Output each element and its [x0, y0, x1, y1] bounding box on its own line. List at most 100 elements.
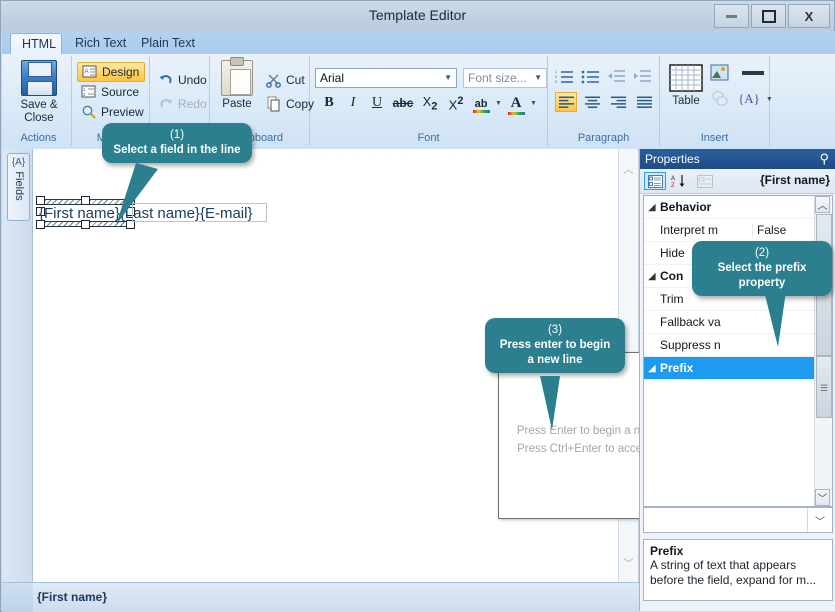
save-and-close-button[interactable]: Save & Close — [7, 60, 71, 125]
preview-magnifier-icon — [81, 104, 97, 120]
expander-icon[interactable]: ◢ — [644, 271, 660, 282]
insert-table-label: Table — [672, 95, 700, 107]
properties-extra-row[interactable]: ﹀ — [643, 507, 833, 533]
strikethrough-button[interactable]: abc — [390, 96, 416, 110]
undo-label: Undo — [178, 73, 207, 87]
status-bar-text: {First name} — [37, 590, 107, 604]
paste-clipboard-icon — [221, 60, 253, 96]
callout-2-tail — [764, 291, 834, 351]
categorized-view-icon[interactable] — [644, 172, 666, 190]
callout-3-text: Press enter to begin a new line — [500, 339, 611, 366]
properties-scroll-up-icon[interactable]: ︿ — [815, 196, 830, 213]
mode-preview-button[interactable]: Preview — [77, 102, 145, 122]
properties-scroll-down-icon[interactable]: ﹀ — [815, 489, 830, 506]
text-highlight-button[interactable]: ab — [470, 96, 492, 110]
maximize-button[interactable] — [751, 4, 786, 28]
paste-button[interactable]: Paste — [211, 60, 263, 111]
cut-button[interactable]: Cut — [262, 70, 310, 90]
property-description-text: A string of text that appears before the… — [650, 558, 826, 588]
tab-html[interactable]: HTML — [10, 33, 62, 56]
properties-panel: Properties ⚲ AZ {First name} ◢ Behavior … — [639, 149, 835, 611]
group-label-paragraph: Paragraph — [548, 132, 659, 144]
redo-arrow-icon — [158, 96, 174, 112]
properties-title: Properties — [645, 152, 700, 166]
pin-icon[interactable]: ⚲ — [819, 151, 829, 167]
mode-design-label: Design — [102, 65, 139, 79]
scissors-icon — [266, 72, 282, 88]
minimize-icon — [726, 15, 737, 18]
mode-source-button[interactable]: 12 Source — [77, 82, 145, 102]
font-color-button[interactable]: A — [505, 95, 527, 112]
superscript-button[interactable]: X2 — [444, 95, 468, 112]
align-left-icon[interactable] — [555, 92, 577, 112]
font-family-combobox[interactable]: Arial ▼ — [315, 68, 457, 88]
ribbon-group-paragraph: 123 — [548, 56, 660, 146]
expander-icon[interactable]: ◢ — [644, 363, 660, 374]
image-icon[interactable] — [710, 64, 730, 82]
link-icon[interactable] — [710, 90, 732, 108]
svg-text:3: 3 — [555, 79, 558, 84]
property-row-prefix[interactable]: ◢ Prefix — [644, 357, 832, 380]
callout-2: (2) Select the prefix property — [692, 241, 832, 296]
tab-plain-text[interactable]: Plain Text — [130, 33, 206, 55]
mode-design-button[interactable]: A Design — [77, 62, 145, 82]
group-label-insert: Insert — [660, 132, 769, 144]
insert-table-button[interactable]: Table — [662, 64, 710, 108]
callout-3-number: (3) — [495, 323, 615, 338]
mode-source-label: Source — [101, 85, 139, 99]
insert-field-dropdown-arrow-icon[interactable]: ▼ — [766, 96, 773, 103]
insert-field-icon[interactable]: {A} — [738, 91, 760, 107]
align-center-icon[interactable] — [581, 92, 603, 112]
align-right-icon[interactable] — [607, 92, 629, 112]
horizontal-rule-icon[interactable] — [742, 71, 764, 75]
scroll-up-icon[interactable]: ︿ — [619, 159, 638, 178]
properties-header: Properties ⚲ — [640, 149, 835, 169]
italic-button[interactable]: I — [342, 95, 364, 111]
alphabetical-sort-icon[interactable]: AZ — [668, 172, 690, 190]
bold-button[interactable]: B — [318, 95, 340, 111]
property-row-behavior[interactable]: ◢ Behavior — [644, 196, 832, 219]
properties-collapse-chevron-icon[interactable]: ﹀ — [807, 508, 832, 532]
callout-3: (3) Press enter to begin a new line — [485, 318, 625, 373]
callout-1-number: (1) — [112, 128, 242, 143]
properties-selected-object: {First name} — [760, 173, 830, 187]
subscript-button[interactable]: X2 — [418, 94, 442, 113]
properties-scroll-thumb-2[interactable]: ☰ — [816, 356, 832, 418]
maximize-icon — [762, 10, 776, 23]
resize-handle-tc[interactable] — [81, 196, 90, 205]
undo-button[interactable]: Undo — [154, 70, 210, 90]
callout-2-text: Select the prefix property — [718, 262, 807, 289]
property-row-interpret[interactable]: Interpret m False — [644, 219, 832, 242]
editor-left-dock: {A} Fields — [2, 149, 33, 582]
font-size-combobox[interactable]: Font size... ▼ — [463, 68, 547, 88]
property-name: Prefix — [660, 361, 752, 375]
callout-1: (1) Select a field in the line — [102, 123, 252, 163]
fields-panel-tab[interactable]: {A} Fields — [7, 153, 30, 221]
font-color-dropdown-arrow-icon[interactable]: ▼ — [529, 100, 538, 107]
decrease-indent-icon[interactable] — [607, 68, 629, 86]
numbered-list-icon[interactable]: 123 — [555, 68, 577, 86]
bulleted-list-icon[interactable] — [581, 68, 603, 86]
window-controls: X — [714, 4, 830, 28]
expander-icon[interactable]: ◢ — [644, 202, 660, 213]
group-label-font: Font — [310, 132, 547, 144]
font-family-value: Arial — [320, 71, 344, 85]
tab-rich-text[interactable]: Rich Text — [64, 33, 137, 55]
minimize-button[interactable] — [714, 4, 749, 28]
callout-3-bubble: (3) Press enter to begin a new line — [485, 318, 625, 373]
save-close-label-1: Save & — [20, 99, 57, 111]
resize-handle-tl[interactable] — [36, 196, 45, 205]
template-editor-window: Template Editor X HTML Rich Text Plain T… — [0, 0, 835, 612]
redo-button[interactable]: Redo — [154, 94, 210, 114]
align-justify-icon[interactable] — [633, 92, 655, 112]
underline-button[interactable]: U — [366, 95, 388, 111]
close-button[interactable]: X — [788, 4, 830, 28]
scroll-grip-icon: ☰ — [820, 383, 828, 394]
copy-button[interactable]: Copy — [262, 94, 310, 114]
font-size-placeholder: Font size... — [468, 71, 527, 85]
property-pages-icon[interactable] — [694, 172, 716, 190]
scroll-down-icon[interactable]: ﹀ — [619, 553, 638, 572]
highlight-dropdown-arrow-icon[interactable]: ▼ — [494, 100, 503, 107]
field-first-name[interactable]: {First name} — [39, 205, 120, 222]
increase-indent-icon[interactable] — [633, 68, 655, 86]
